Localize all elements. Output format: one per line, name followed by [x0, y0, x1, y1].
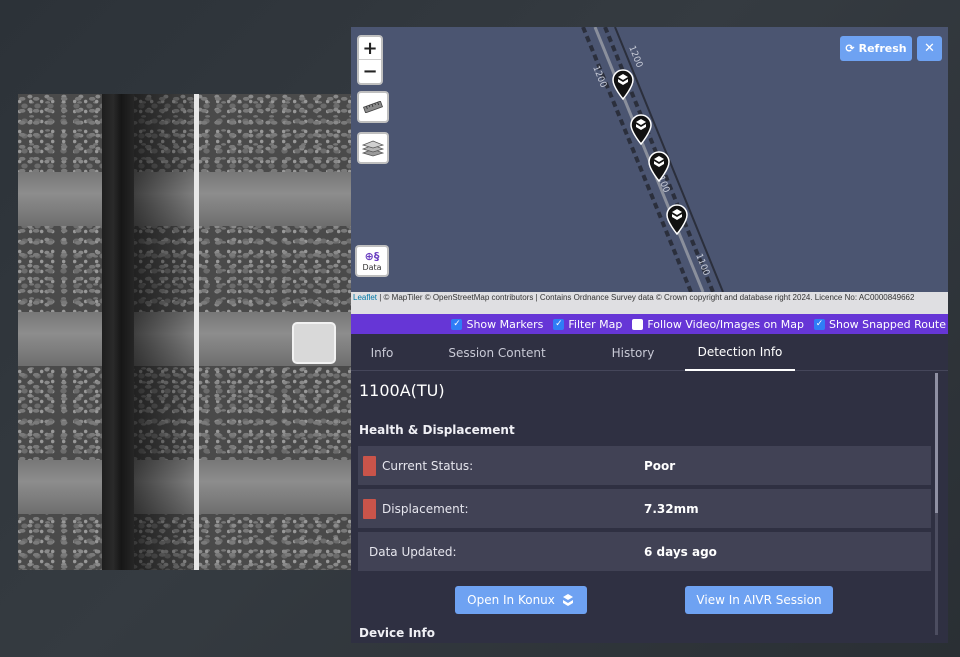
checkbox[interactable]: [553, 318, 565, 330]
zoom-in-button[interactable]: +: [359, 37, 381, 60]
refresh-button[interactable]: ⟳ Refresh: [840, 36, 912, 61]
rail-head: [194, 94, 199, 570]
displacement-row: Displacement: 7.32mm: [358, 489, 931, 528]
row-label: Displacement:: [382, 501, 469, 516]
rail-dark-side: [102, 94, 134, 570]
option-label: Show Snapped Route: [828, 317, 946, 331]
checkbox[interactable]: [632, 318, 644, 330]
checkbox[interactable]: [451, 318, 463, 330]
map-options-bar: Show Markers Filter Map Follow Video/Ima…: [351, 314, 948, 334]
ruler-icon: [363, 101, 383, 113]
tab-info[interactable]: Info: [351, 334, 413, 371]
panel-tabs: Info Session Content History Detection I…: [351, 334, 948, 371]
option-label: Follow Video/Images on Map: [647, 317, 804, 331]
layers-button[interactable]: [357, 132, 389, 164]
asset-panel: 1200 1200 1100 1100 + − ⊕§ Data ⟳ Refres…: [351, 27, 948, 643]
refresh-label: Refresh: [858, 42, 907, 55]
health-section-title: Health & Displacement: [359, 423, 515, 437]
row-value: 6 days ago: [644, 544, 717, 559]
option-label: Show Markers: [466, 317, 544, 331]
zoom-control: + −: [357, 35, 383, 85]
konux-icon: [562, 594, 573, 606]
refresh-icon: ⟳: [845, 42, 855, 55]
map-attribution: Leaflet | © MapTiler © OpenStreetMap con…: [351, 292, 948, 314]
map-marker-icon[interactable]: [665, 203, 689, 235]
map-marker-icon[interactable]: [629, 113, 653, 145]
data-layer-label: Data: [362, 262, 382, 272]
data-updated-row: Data Updated: 6 days ago: [358, 532, 931, 571]
option-show-snapped-route[interactable]: Show Snapped Route: [813, 317, 946, 331]
data-layer-button[interactable]: ⊕§ Data: [355, 245, 389, 277]
detection-info-content: 1100A(TU) Health & Displacement Current …: [351, 371, 948, 643]
row-label: Current Status:: [382, 458, 474, 473]
tab-session-content[interactable]: Session Content: [413, 334, 581, 371]
close-button[interactable]: ✕: [917, 36, 942, 61]
option-label: Filter Map: [568, 317, 623, 331]
row-label: Data Updated:: [369, 544, 457, 559]
zoom-out-button[interactable]: −: [359, 60, 381, 83]
row-value: 7.32mm: [644, 501, 699, 516]
data-layer-icon: ⊕§: [364, 249, 380, 263]
tab-history[interactable]: History: [581, 334, 685, 371]
open-konux-label: Open In Konux: [467, 593, 555, 607]
status-row: Current Status: Poor: [358, 446, 931, 485]
leaflet-link[interactable]: Leaflet: [353, 293, 377, 302]
scrollbar-thumb[interactable]: [935, 373, 938, 513]
map-view[interactable]: 1200 1200 1100 1100 + − ⊕§ Data ⟳ Refres…: [351, 27, 948, 314]
measure-button[interactable]: [357, 91, 389, 123]
rail-shadow: [134, 94, 194, 570]
trackside-sensor: [292, 322, 336, 364]
map-marker-icon[interactable]: [611, 68, 635, 100]
status-swatch: [363, 455, 376, 476]
layers-icon: [362, 140, 384, 157]
map-marker-icon[interactable]: [647, 150, 671, 182]
device-info-title: Device Info: [359, 626, 435, 640]
checkbox[interactable]: [813, 318, 825, 330]
track-label: 1200: [590, 64, 608, 89]
option-filter-map[interactable]: Filter Map: [553, 318, 622, 331]
tab-detection-info[interactable]: Detection Info: [685, 334, 795, 371]
attribution-text: | © MapTiler © OpenStreetMap contributor…: [377, 293, 915, 302]
view-aivr-session-button[interactable]: View In AIVR Session: [685, 586, 833, 614]
option-follow-video[interactable]: Follow Video/Images on Map: [632, 318, 804, 331]
track-label: 1200: [626, 44, 644, 69]
open-konux-button[interactable]: Open In Konux: [455, 586, 587, 614]
asset-id-title: 1100A(TU): [359, 381, 445, 400]
rail-camera-image: [18, 94, 351, 570]
row-value: Poor: [644, 458, 676, 473]
status-swatch: [363, 498, 376, 519]
option-show-markers[interactable]: Show Markers: [451, 318, 543, 331]
